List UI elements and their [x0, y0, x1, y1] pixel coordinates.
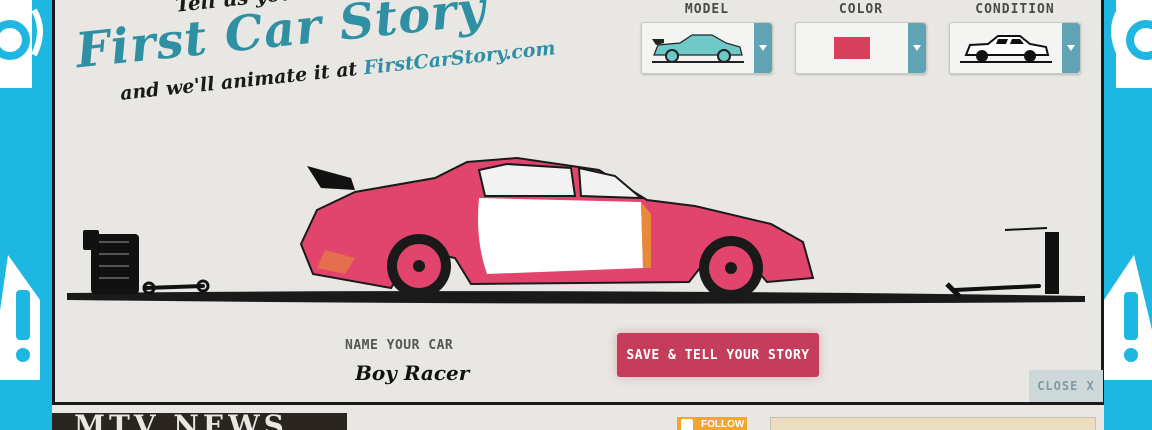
mtv-news-title: MTV NEWS — [74, 409, 288, 430]
rss-icon — [681, 419, 693, 430]
page-footer-strip: MTV NEWS FOLLOW — [52, 405, 1104, 430]
spoiler — [307, 166, 355, 190]
spray-bottle-icon — [1004, 227, 1059, 294]
color-label: COLOR — [838, 2, 884, 17]
right-border-graphics — [1104, 0, 1152, 380]
condition-label: CONDITION — [975, 2, 1055, 17]
condition-dropdown-arrow[interactable] — [1062, 23, 1080, 73]
right-wrench-icon — [945, 282, 1041, 298]
car-door-primer — [478, 198, 643, 274]
color-swatch-icon — [834, 37, 870, 59]
condition-selector[interactable]: CONDITION — [949, 0, 1081, 74]
color-dropdown[interactable] — [795, 22, 927, 74]
model-dropdown[interactable] — [641, 22, 773, 74]
chevron-down-icon — [1067, 45, 1075, 51]
condition-dropdown[interactable] — [949, 22, 1081, 74]
follow-button[interactable]: FOLLOW — [677, 417, 747, 430]
left-border-graphics — [0, 0, 43, 380]
first-car-story-panel: Tell us your First Car Story and we'll a… — [52, 0, 1104, 405]
mtv-news-banner: MTV NEWS — [52, 409, 347, 430]
save-and-tell-story-button[interactable]: SAVE & TELL YOUR STORY — [617, 333, 819, 377]
sidebar-ad-box — [770, 417, 1096, 430]
model-dropdown-arrow[interactable] — [754, 23, 772, 73]
model-selector[interactable]: MODEL — [641, 0, 773, 74]
wrench-icon — [142, 279, 210, 295]
chevron-down-icon — [759, 45, 767, 51]
beat-up-car-thumbnail-icon — [960, 35, 1052, 63]
car-window — [477, 162, 577, 197]
color-selector[interactable]: COLOR — [795, 0, 927, 74]
ground-shadow — [67, 291, 1085, 304]
follow-label: FOLLOW — [701, 419, 745, 430]
close-button[interactable]: CLOSE X — [1029, 370, 1103, 402]
left-decorative-border — [0, 0, 52, 430]
oil-can-icon — [83, 230, 139, 294]
car-illustration — [299, 156, 815, 300]
sports-car-thumbnail-icon — [652, 34, 744, 63]
color-dropdown-arrow[interactable] — [908, 23, 926, 73]
chevron-down-icon — [913, 45, 921, 51]
car-name-input[interactable] — [355, 358, 505, 388]
name-your-car-label: NAME YOUR CAR — [345, 338, 454, 353]
right-decorative-border — [1104, 0, 1152, 430]
car-scene — [67, 156, 1085, 304]
model-label: MODEL — [684, 2, 730, 17]
